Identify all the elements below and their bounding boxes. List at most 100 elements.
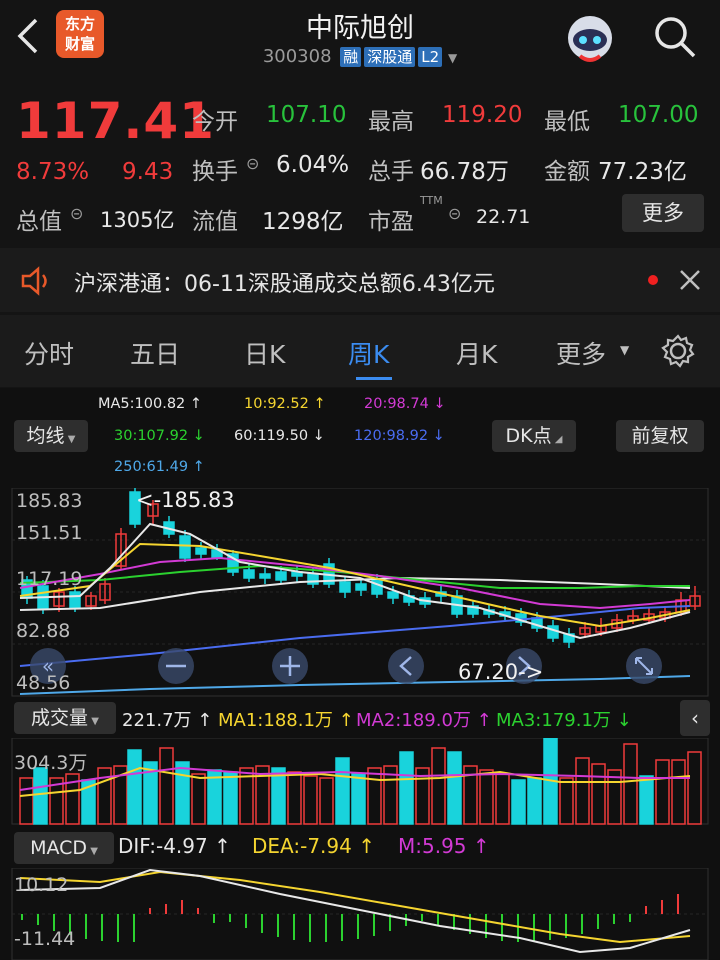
price-axis-4: 82.88 <box>16 620 71 642</box>
price-axis-1: 185.83 <box>16 490 83 512</box>
volume-bar <box>159 747 174 825</box>
price-chart[interactable]: « <box>0 488 720 700</box>
tag-margin: 融 <box>340 47 362 67</box>
candle-body <box>69 591 81 609</box>
gear-icon[interactable] <box>660 333 696 369</box>
info-icon[interactable]: ⊝ <box>246 154 259 173</box>
volume-bar <box>191 773 206 825</box>
macd-indicator-select[interactable]: MACD ▼ <box>14 832 114 864</box>
macd-axis-top: 10.12 <box>14 874 69 896</box>
volume-bar <box>447 751 462 825</box>
candle-body <box>179 535 191 559</box>
high-value: 119.20 <box>442 102 523 128</box>
mktcap-label: 总值 <box>16 209 62 235</box>
low-marker-value: 67.20 <box>458 660 519 684</box>
restore-right-button[interactable]: 前复权 <box>616 420 704 452</box>
current-price: 117.41 <box>16 92 215 150</box>
info-icon[interactable]: ⊝ <box>70 204 83 223</box>
volume-indicator-select[interactable]: 成交量 ▼ <box>14 702 116 734</box>
volume-bar <box>175 761 190 825</box>
volume-bar <box>639 775 654 825</box>
change-abs: 9.43 <box>122 159 174 185</box>
volume-bar <box>319 777 334 825</box>
turnover-value: 6.04% <box>276 152 350 178</box>
macd-chart[interactable] <box>0 868 720 960</box>
volume-bar <box>527 777 542 825</box>
volume-bar <box>223 771 238 825</box>
tab-5day[interactable]: 五日 <box>130 335 180 371</box>
volume-bar <box>19 777 34 825</box>
macd-m: M:5.95 ↑ <box>398 834 490 858</box>
low-value: 107.00 <box>618 102 699 128</box>
candle-body <box>355 583 367 591</box>
mktcap-value: 1305亿 <box>100 208 175 232</box>
ma60-legend: 60:119.50 ↓ <box>234 428 325 444</box>
change-pct: 8.73% <box>16 159 90 185</box>
more-button[interactable]: 更多 <box>622 194 704 232</box>
volume-bar <box>479 769 494 825</box>
tab-more[interactable]: 更多 <box>556 335 606 371</box>
volume-bar <box>623 743 638 825</box>
candle-body <box>275 571 287 581</box>
stock-code: 300308 <box>262 46 332 67</box>
volume-ma1: MA1:188.1万 ↑ <box>218 710 354 731</box>
volume-select-label: 成交量 <box>31 707 89 729</box>
macd-dea: DEA:-7.94 ↑ <box>252 834 375 858</box>
tab-intraday[interactable]: 分时 <box>24 335 74 371</box>
ma250-line <box>19 675 691 695</box>
float-label: 流值 <box>192 209 238 235</box>
volume-bar <box>671 759 686 825</box>
volume-bar <box>399 751 414 825</box>
scroll-left-button[interactable] <box>388 648 424 684</box>
macd-select-label: MACD <box>30 837 88 859</box>
ma5-legend: MA5:100.82 ↑ <box>98 396 203 412</box>
dif-line <box>19 868 691 954</box>
high-label: 最高 <box>368 109 414 135</box>
volume-chart[interactable] <box>0 738 720 828</box>
candle-body <box>339 581 351 593</box>
search-icon[interactable] <box>652 14 698 60</box>
volume-bar <box>33 767 48 825</box>
volume-bar <box>351 773 366 825</box>
caret-down-icon[interactable]: ▼ <box>448 51 457 65</box>
volume-bar <box>367 767 382 825</box>
volume-bar <box>287 771 302 825</box>
volume-bar <box>559 777 574 825</box>
unread-dot <box>648 275 658 285</box>
open-label: 今开 <box>192 109 238 135</box>
candlesticks <box>21 488 701 648</box>
volume-bar <box>511 779 526 825</box>
price-axis-2: 151.51 <box>16 522 83 544</box>
robot-avatar-icon[interactable] <box>560 8 620 68</box>
tab-daily[interactable]: 日K <box>244 335 285 371</box>
close-icon[interactable] <box>678 268 702 292</box>
candle-body <box>259 573 271 579</box>
tab-weekly[interactable]: 周K <box>348 335 389 371</box>
ma120-legend: 120:98.92 ↓ <box>354 428 445 444</box>
tag-connect: 深股通 <box>364 47 416 67</box>
kline-chart-area: MA5:100.82 ↑ 10:92.52 ↑ 20:98.74 ↓ 30:10… <box>0 388 720 960</box>
info-icon[interactable]: ⊝ <box>448 204 461 223</box>
amount-label: 金额 <box>544 159 590 185</box>
tab-monthly[interactable]: 月K <box>456 335 497 371</box>
pe-label: 市盈 <box>368 209 414 235</box>
macd-histogram <box>21 894 679 942</box>
volume-bar <box>575 757 590 825</box>
volume-ma3: MA3:179.1万 ↓ <box>496 710 632 731</box>
dk-point-button[interactable]: DK点 ◢ <box>492 420 576 452</box>
active-tab-indicator <box>356 377 392 380</box>
float-value: 1298亿 <box>262 209 344 235</box>
collapse-panel-button[interactable]: ‹ <box>680 700 710 736</box>
amount-value: 77.23亿 <box>598 159 687 185</box>
ma10-legend: 10:92.52 ↑ <box>244 396 326 412</box>
header: 东方 财富 中际旭创 300308 融深股通 L2 ▼ <box>0 0 720 80</box>
announcement-bar[interactable]: 沪深港通：06-11深股通成交总额6.43亿元 <box>0 248 720 312</box>
ttm-label: TTM <box>420 194 443 207</box>
avg-line-select[interactable]: 均线 ▼ <box>14 420 88 452</box>
candle-body <box>243 569 255 579</box>
volume-value: 221.7万 ↑ <box>122 710 213 731</box>
speaker-icon <box>21 266 47 296</box>
volume-bar <box>127 749 142 825</box>
volume-axis-top: 304.3万 <box>14 752 88 774</box>
volume-bar <box>495 773 510 825</box>
